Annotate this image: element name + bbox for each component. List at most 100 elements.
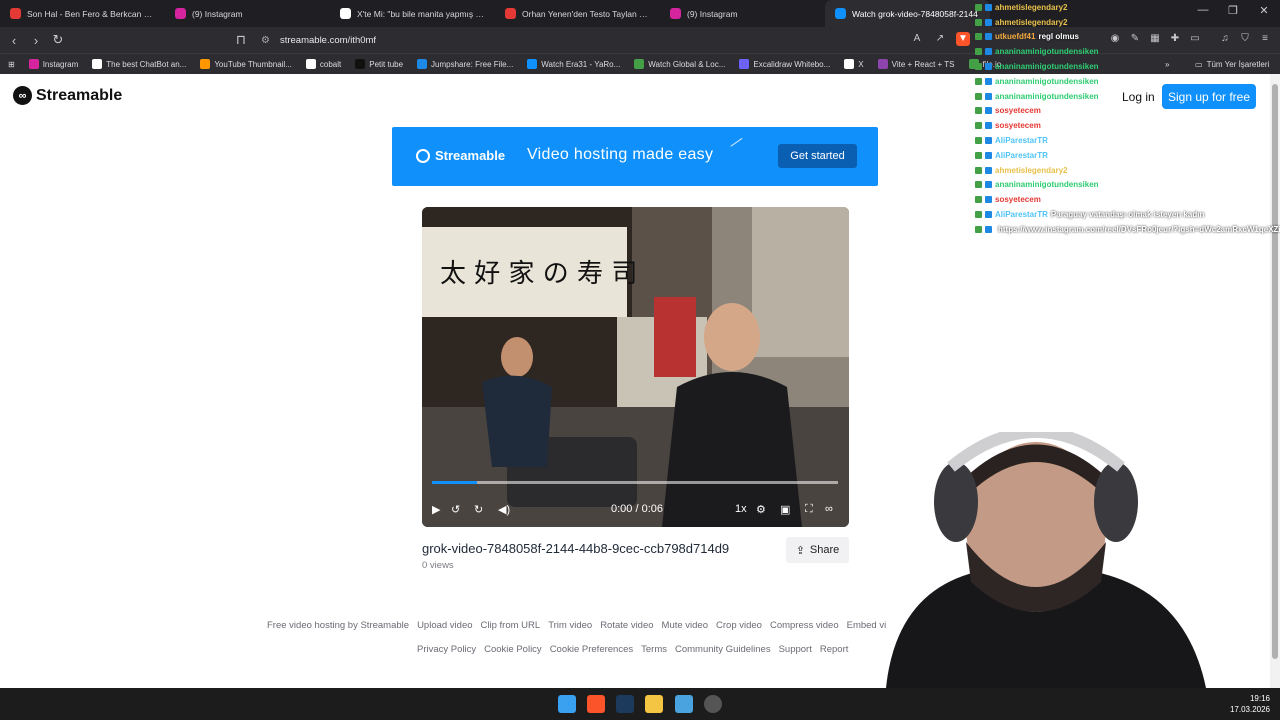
back-icon[interactable]: ‹ (3, 29, 25, 51)
chat-badge-icon (975, 77, 982, 85)
chat-badge-icon (975, 63, 982, 71)
bookmark-item[interactable]: The best ChatBot an... (85, 59, 193, 69)
windows-start-icon[interactable] (558, 695, 576, 713)
bookmark-label: Petit tube (369, 59, 404, 69)
browser-tab[interactable]: (9) Instagram (660, 0, 825, 27)
bookmark-item[interactable]: Jumpshare: Free File... (410, 59, 520, 69)
tab-favicon-icon (175, 8, 186, 19)
share-button[interactable]: ⇪ Share (786, 537, 849, 563)
bookmark-item[interactable]: Vite + React + TS (871, 59, 962, 69)
footer-link[interactable]: Privacy Policy (417, 644, 476, 655)
browser-tab[interactable]: Orhan Yenen'den Testo Taylan ve Cey (495, 0, 660, 27)
speed-button[interactable]: 1x (735, 503, 747, 515)
video-title: grok-video-7848058f-2144-44b8-9cec-ccb79… (422, 541, 730, 556)
browser-tab[interactable]: X'te Mi: "bu bile manita yapmış https: (330, 0, 495, 27)
rewind-icon[interactable]: ↺ (451, 503, 460, 516)
brave-shield-icon[interactable]: ▼ (956, 32, 970, 46)
chat-badge-icon (975, 211, 982, 219)
bookmark-label: X (858, 59, 864, 69)
forward-skip-icon[interactable]: ↻ (474, 503, 483, 516)
footer-link[interactable]: Terms (641, 644, 667, 655)
windows-taskbar: 19:16 17.03.2026 (0, 688, 1280, 720)
url-text: streamable.com/ith0mf (279, 34, 377, 46)
chat-badge-icon (985, 137, 992, 145)
bookmark-label: cobalt (319, 59, 342, 69)
footer-link[interactable]: Cookie Preferences (550, 644, 633, 655)
volume-icon[interactable]: ◀) (498, 503, 510, 516)
stream-chat-overlay: ahmetislegendary2 ahmetislegendary2 utkuef… (975, 0, 1280, 234)
chat-badge-icon (975, 18, 982, 26)
fullscreen-icon[interactable]: ⛶ (805, 503, 813, 516)
chat-username: ananinaminigotundensiken (995, 91, 1099, 101)
play-icon[interactable]: ▶ (432, 503, 440, 516)
promo-banner[interactable]: Streamable Video hosting made easy Get s… (392, 127, 878, 186)
chat-username: sosyetecem (995, 121, 1041, 131)
bookmark-label: Jumpshare: Free File... (431, 59, 514, 69)
streamable-link-icon[interactable]: ∞ (825, 503, 833, 515)
chat-badge-icon (975, 166, 982, 174)
footer-link[interactable]: Crop video (716, 620, 762, 631)
banner-brand: Streamable (435, 148, 506, 163)
footer-link[interactable]: Clip from URL (481, 620, 541, 631)
streamable-logo[interactable]: ∞ Streamable (13, 86, 122, 105)
footer-link[interactable]: Upload video (417, 620, 472, 631)
chat-badge-icon (975, 3, 982, 11)
bookmark-item[interactable]: Petit tube (348, 59, 410, 69)
footer-link[interactable]: Support (779, 644, 812, 655)
app-icon[interactable] (675, 695, 693, 713)
footer-link[interactable]: Report (820, 644, 849, 655)
footer-link[interactable]: Rotate video (600, 620, 653, 631)
chat-username: utkuefdf41 (995, 32, 1036, 42)
chat-message: utkuefdf41 regl olmus (975, 30, 1275, 45)
tab-favicon-icon (340, 8, 351, 19)
reload-icon[interactable]: ↻ (47, 29, 69, 51)
file-explorer-icon[interactable] (645, 695, 663, 713)
forward-icon[interactable]: › (25, 29, 47, 51)
site-info-icon[interactable]: ⚙ (261, 35, 270, 46)
bookmark-favicon-icon (92, 59, 103, 69)
browser-tab[interactable]: Watch grok-video-7848058f-2144 (825, 0, 990, 27)
footer-link[interactable]: Compress video (770, 620, 839, 631)
webcam-overlay (886, 432, 1206, 688)
bookmark-item[interactable]: Excalidraw Whitebo... (732, 59, 837, 69)
progress-bar[interactable] (432, 481, 838, 484)
bookmark-favicon-icon (200, 59, 211, 69)
footer-link[interactable]: Community Guidelines (675, 644, 771, 655)
system-clock[interactable]: 19:16 17.03.2026 (1230, 693, 1270, 715)
chat-badge-icon (985, 92, 992, 100)
bookmark-item[interactable]: Watch Global & Loc... (627, 59, 732, 69)
settings-icon[interactable]: ⚙ (756, 503, 766, 516)
footer-link[interactable]: Mute video (662, 620, 708, 631)
share-page-icon[interactable]: ↗ (933, 32, 947, 46)
chat-text: regl olmus (1038, 32, 1079, 42)
chat-badge-icon (985, 151, 992, 159)
bookmark-item[interactable]: YouTube Thumbnail... (193, 59, 299, 69)
bookmark-item[interactable]: X (837, 59, 870, 69)
pip-icon[interactable]: ▣ (780, 503, 790, 516)
chat-badge-icon (975, 196, 982, 204)
bookmark-favicon-icon (739, 59, 750, 69)
browser-tab[interactable]: Son Hal - Ben Fero & Berkcan Güven (0, 0, 165, 27)
footer-link[interactable]: Cookie Policy (484, 644, 542, 655)
steam-icon[interactable] (616, 695, 634, 713)
bookmark-page-icon[interactable]: ⊓ (230, 29, 252, 51)
bookmark-item[interactable]: cobalt (299, 59, 348, 69)
chat-badge-icon (985, 122, 992, 130)
chat-message: sosyetecem (975, 118, 1275, 133)
video-player[interactable]: 太 好 家 の 寿 司 ▶ ↺ ↻ ◀) 0:00 / 0:06 1x ⚙ ▣ … (422, 207, 849, 527)
bookmark-item[interactable]: Watch Era31 - YaRo... (520, 59, 627, 69)
translate-icon[interactable]: A (910, 32, 924, 46)
apps-grid-icon[interactable]: ⊞ (0, 60, 22, 69)
chat-badge-icon (975, 225, 982, 233)
address-bar[interactable]: ⚙ streamable.com/ith0mf (255, 30, 975, 50)
footer-link[interactable]: Free video hosting by Streamable (267, 620, 409, 631)
bookmark-item[interactable]: Instagram (22, 59, 86, 69)
browser-tab[interactable]: (9) Instagram (165, 0, 330, 27)
chat-message: https://www.instagram.com/reel/DVsFRo0je… (975, 222, 1280, 237)
footer-link[interactable]: Trim video (548, 620, 592, 631)
brave-browser-icon[interactable] (587, 695, 605, 713)
bookmark-favicon-icon (28, 59, 39, 69)
get-started-button[interactable]: Get started (778, 144, 857, 168)
share-icon: ⇪ (795, 544, 805, 557)
obs-icon[interactable] (704, 695, 722, 713)
